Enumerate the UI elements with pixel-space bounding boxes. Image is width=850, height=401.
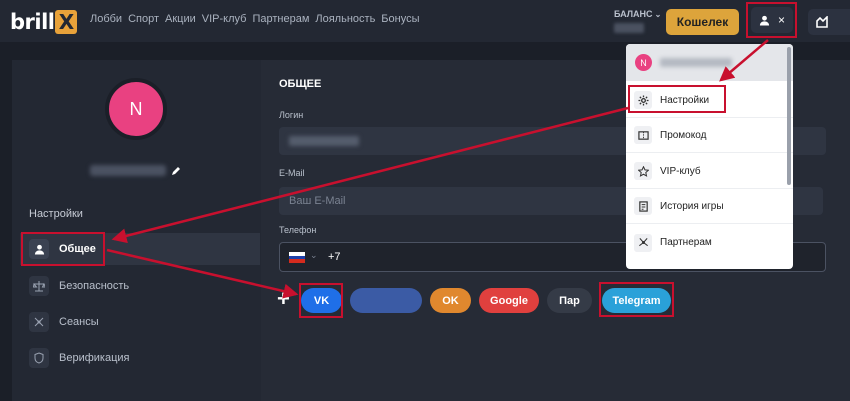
- ticket-icon: [634, 126, 652, 144]
- nav-item-sport[interactable]: Спорт: [128, 13, 159, 25]
- social-par-button[interactable]: Пар: [547, 288, 592, 313]
- user-dropdown-menu: N Настройки Промокод VIP-клуб История иг…: [626, 44, 793, 269]
- section-title: ОБЩЕЕ: [279, 78, 322, 90]
- social-google-button[interactable]: Google: [479, 288, 539, 313]
- user-icon: [759, 15, 770, 26]
- phone-label: Телефон: [279, 225, 317, 235]
- dropdown-item-label: Настройки: [660, 94, 710, 106]
- chevron-down-icon: ⌄: [310, 250, 318, 260]
- dropdown-item-label: История игры: [660, 200, 724, 212]
- dropdown-item-label: Партнерам: [660, 237, 712, 248]
- sidebar-item-label: Верификация: [59, 352, 130, 364]
- user-menu-button[interactable]: ×: [751, 7, 793, 33]
- main-nav: Лобби Спорт Акции VIP-клуб Партнерам Лоя…: [90, 13, 420, 25]
- phone-code: +7: [328, 251, 341, 263]
- social-ok-button[interactable]: OK: [430, 288, 471, 313]
- dropdown-item-label: Промокод: [660, 129, 707, 141]
- dropdown-item-vip[interactable]: VIP-клуб: [626, 154, 793, 189]
- russia-flag-icon[interactable]: [289, 252, 305, 263]
- sidebar-item-general[interactable]: Общее: [20, 233, 260, 265]
- brand-logo-text: brill: [10, 10, 55, 34]
- dropdown-item-label: VIP-клуб: [660, 165, 701, 177]
- balance-value-blurred: [614, 23, 644, 33]
- star-icon: [634, 162, 652, 180]
- nav-item-promos[interactable]: Акции: [165, 13, 196, 25]
- email-label: E-Mail: [279, 168, 305, 178]
- login-value-blurred: [289, 136, 359, 146]
- user-icon: [29, 239, 49, 259]
- email-placeholder: Ваш E-Mail: [289, 195, 346, 207]
- partners-icon: [634, 233, 652, 252]
- sidebar-item-label: Безопасность: [59, 280, 130, 292]
- shield-icon: [29, 348, 49, 368]
- balance-widget[interactable]: БАЛАНС ⌄: [614, 9, 661, 33]
- chart-icon: [816, 16, 828, 28]
- nav-item-lobby[interactable]: Лобби: [90, 13, 122, 25]
- dropdown-item-partners[interactable]: Партнерам: [626, 225, 793, 260]
- brand-logo[interactable]: brill X: [10, 8, 78, 36]
- login-label: Логин: [279, 110, 304, 120]
- dropdown-scrollbar[interactable]: [787, 47, 791, 185]
- history-icon: [634, 197, 652, 215]
- sidebar-item-label: Общее: [59, 243, 96, 255]
- balance-label: БАЛАНС ⌄: [614, 9, 662, 19]
- sidebar-item-security[interactable]: Безопасность: [20, 270, 260, 302]
- social-blank-button[interactable]: [350, 288, 422, 313]
- scales-icon: [29, 276, 49, 296]
- chevron-down-icon: ⌄: [654, 10, 662, 19]
- dropdown-user-header[interactable]: N: [626, 44, 793, 81]
- avatar: N: [635, 54, 652, 71]
- nav-item-partners[interactable]: Партнерам: [252, 13, 309, 25]
- settings-heading: Настройки: [29, 208, 83, 220]
- nav-item-bonuses[interactable]: Бонусы: [381, 13, 419, 25]
- sidebar-item-verification[interactable]: Верификация: [20, 342, 260, 374]
- dropdown-username-blurred: [660, 58, 732, 67]
- extra-header-button[interactable]: [808, 9, 850, 35]
- top-header: brill X Лобби Спорт Акции VIP-клуб Партн…: [0, 0, 850, 42]
- network-icon: [29, 312, 49, 332]
- dropdown-item-game-history[interactable]: История игры: [626, 189, 793, 224]
- dropdown-item-settings[interactable]: Настройки: [626, 83, 793, 118]
- gear-icon: [634, 91, 652, 109]
- pencil-icon[interactable]: [171, 166, 181, 176]
- dropdown-item-promocode[interactable]: Промокод: [626, 118, 793, 153]
- sidebar-item-label: Сеансы: [59, 316, 99, 328]
- social-vk-button[interactable]: VK: [301, 288, 342, 313]
- avatar: N: [105, 78, 167, 140]
- nav-item-vip[interactable]: VIP-клуб: [202, 13, 247, 25]
- social-telegram-button[interactable]: Telegram: [602, 288, 671, 313]
- add-social-icon: +: [277, 286, 290, 311]
- brand-logo-mark: X: [55, 10, 78, 34]
- sidebar-item-sessions[interactable]: Сеансы: [20, 306, 260, 338]
- wallet-button[interactable]: Кошелек: [666, 9, 739, 35]
- close-icon: ×: [777, 13, 785, 27]
- username-blurred: [90, 165, 166, 176]
- nav-item-loyalty[interactable]: Лояльность: [315, 13, 375, 25]
